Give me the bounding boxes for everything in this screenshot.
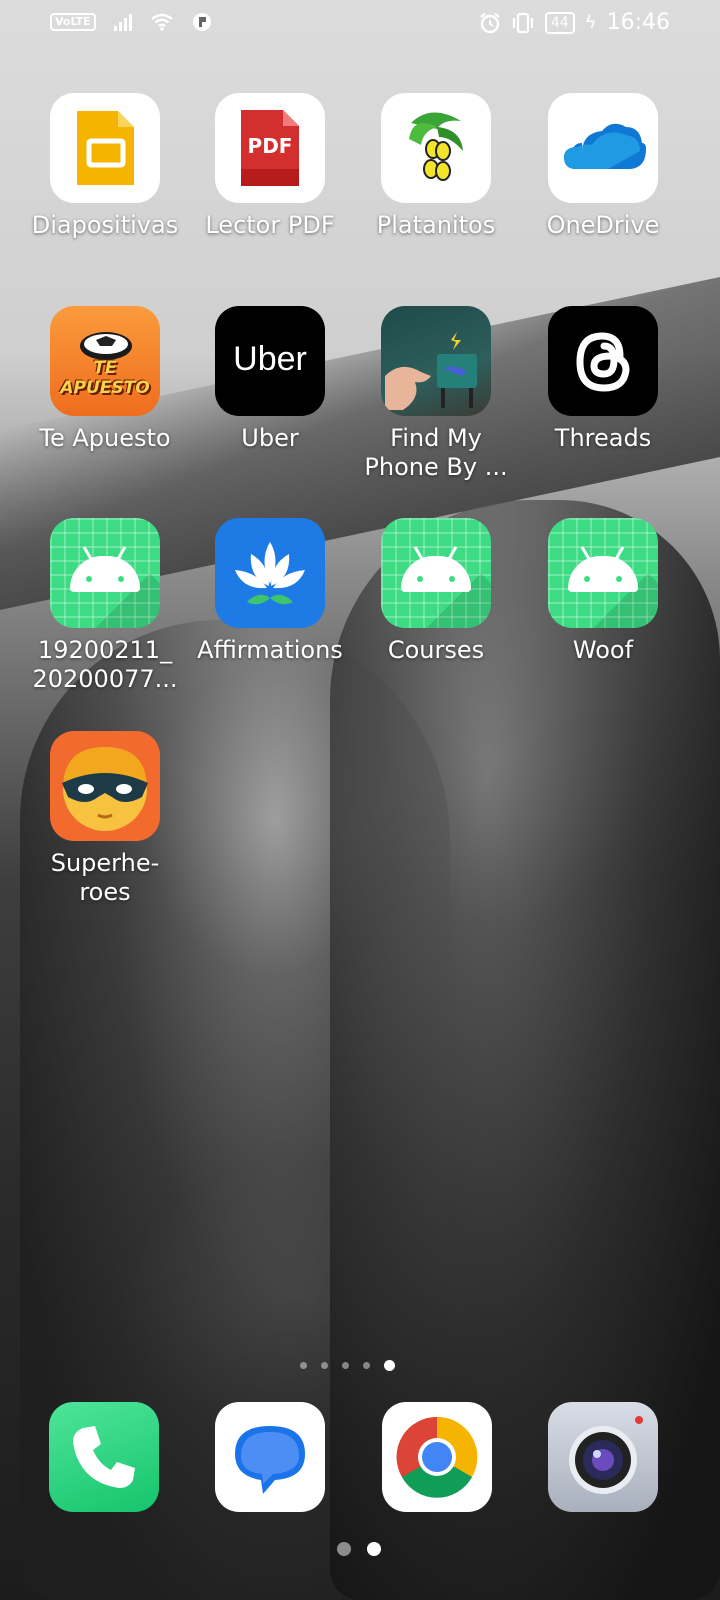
battery-indicator: 44 — [544, 11, 575, 34]
clock: 16:46 — [606, 10, 670, 35]
app-platanitos[interactable]: Platanitos — [351, 93, 521, 240]
superhero-mask-icon — [50, 731, 160, 841]
dock-phone[interactable] — [49, 1402, 159, 1512]
uber-icon: Uber — [215, 306, 325, 416]
app-label: Threads — [554, 424, 652, 452]
status-bar: VoLTE 44 ϟ 16:46 — [0, 0, 720, 48]
app-affirmations[interactable]: Affirmations — [185, 518, 355, 665]
app-label: Platanitos — [376, 211, 496, 239]
app-label: Courses — [387, 636, 485, 664]
app-label: Woof — [572, 636, 634, 664]
onedrive-cloud-icon — [548, 93, 658, 203]
dock-chrome[interactable] — [382, 1402, 492, 1512]
app-courses[interactable]: Courses — [351, 518, 521, 665]
android-icon — [548, 518, 658, 628]
app-woof[interactable]: Woof — [518, 518, 688, 665]
app-uber[interactable]: Uber Uber — [185, 306, 355, 453]
app-label: Find My Phone By ... — [364, 424, 508, 481]
platanitos-icon — [381, 93, 491, 203]
page-indicator — [300, 1360, 395, 1371]
app-label: Lector PDF — [205, 211, 335, 239]
te-apuesto-icon-text: TE APUESTO — [60, 358, 150, 398]
messages-icon — [235, 1426, 305, 1494]
camera-icon — [569, 1416, 643, 1494]
app-te-apuesto[interactable]: TE APUESTO Te Apuesto — [20, 306, 190, 453]
android-icon — [50, 518, 160, 628]
slides-icon — [50, 93, 160, 203]
volte-indicator: VoLTE — [50, 13, 96, 31]
status-left: VoLTE — [50, 12, 212, 32]
app-notification-icon — [192, 13, 211, 31]
app-19200211[interactable]: 19200211_ 20200077... — [20, 518, 190, 694]
page-dot-active[interactable] — [384, 1360, 395, 1371]
app-find-my-phone[interactable]: Find My Phone By ... — [351, 306, 521, 482]
app-label: Diapositivas — [31, 211, 179, 239]
signal-icon — [113, 13, 132, 31]
wifi-icon — [150, 13, 173, 31]
page-dot[interactable] — [321, 1362, 328, 1369]
app-threads[interactable]: Threads — [518, 306, 688, 453]
alarm-icon — [480, 12, 500, 33]
phone-icon — [73, 1426, 135, 1488]
find-my-phone-icon — [381, 306, 491, 416]
pdf-reader-icon: PDF — [215, 93, 325, 203]
app-label: Affirmations — [197, 636, 343, 664]
status-right: 44 ϟ 16:46 — [479, 10, 670, 35]
app-label: OneDrive — [546, 211, 660, 239]
app-diapositivas[interactable]: Diapositivas — [20, 93, 190, 240]
uber-icon-text: Uber — [233, 340, 307, 378]
page-dot[interactable] — [342, 1362, 349, 1369]
chrome-icon — [396, 1416, 478, 1498]
dock-messages[interactable] — [215, 1402, 325, 1512]
lotus-icon — [215, 518, 325, 628]
home-dot[interactable] — [337, 1542, 351, 1556]
app-lector-pdf[interactable]: PDF Lector PDF — [185, 93, 355, 240]
app-label: Te Apuesto — [39, 424, 171, 452]
threads-icon — [548, 306, 658, 416]
pdf-icon-text: PDF — [247, 134, 293, 158]
home-dot-active[interactable] — [367, 1542, 381, 1556]
app-label: Uber — [241, 424, 299, 452]
app-label: Superhe- roes — [50, 849, 160, 906]
page-dot[interactable] — [300, 1362, 307, 1369]
app-label: 19200211_ 20200077... — [32, 636, 178, 693]
page-dot[interactable] — [363, 1362, 370, 1369]
app-onedrive[interactable]: OneDrive — [518, 93, 688, 240]
te-apuesto-icon: TE APUESTO — [50, 306, 160, 416]
app-superheroes[interactable]: Superhe- roes — [20, 731, 190, 907]
charging-icon: ϟ — [584, 11, 597, 33]
dock-camera[interactable] — [548, 1402, 658, 1512]
android-icon — [381, 518, 491, 628]
home-screen-indicator — [337, 1542, 381, 1556]
vibrate-icon — [512, 12, 533, 33]
